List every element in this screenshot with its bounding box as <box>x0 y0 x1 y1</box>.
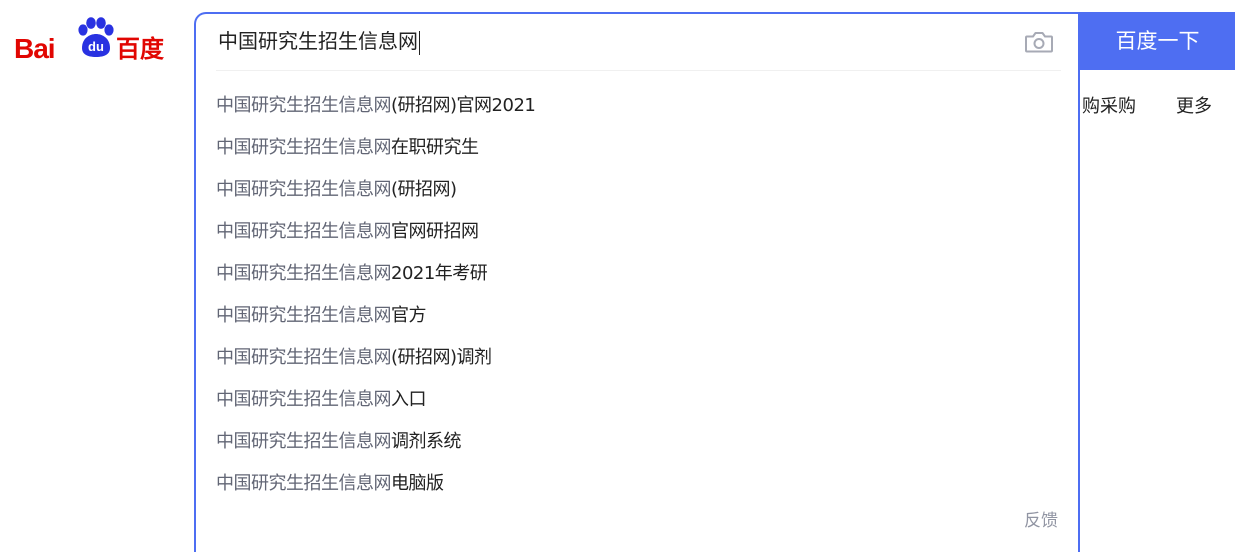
suggestion-item[interactable]: 中国研究生招生信息网(研招网)调剂 <box>216 337 1061 379</box>
suggestion-rest-text: 在职研究生 <box>391 137 479 158</box>
suggestion-match-text: 中国研究生招生信息网 <box>216 179 392 200</box>
suggestion-rest-text: 电脑版 <box>391 473 444 494</box>
suggestion-match-text: 中国研究生招生信息网 <box>216 137 392 158</box>
camera-icon <box>1025 32 1053 53</box>
search-input-value: 中国研究生招生信息网 <box>218 29 418 53</box>
search-submit-button[interactable]: 百度一下 <box>1080 12 1235 70</box>
nav-link-caigou[interactable]: 购采购 <box>1070 92 1136 118</box>
suggestion-match-text: 中国研究生招生信息网 <box>216 473 392 494</box>
suggestion-item[interactable]: 中国研究生招生信息网在职研究生 <box>216 127 1061 169</box>
suggestion-item[interactable]: 中国研究生招生信息网电脑版 <box>216 463 1061 505</box>
nav-link-more[interactable]: 更多 <box>1176 92 1212 118</box>
suggestion-match-text: 中国研究生招生信息网 <box>216 305 392 326</box>
camera-search-button[interactable] <box>1022 28 1056 56</box>
search-input[interactable]: 中国研究生招生信息网 <box>218 14 998 68</box>
suggestion-match-text: 中国研究生招生信息网 <box>216 347 392 368</box>
logo-paw-text: du <box>88 39 104 54</box>
suggestion-divider <box>216 70 1061 71</box>
suggestion-rest-text: 2021年考研 <box>391 263 488 284</box>
suggestion-item[interactable]: 中国研究生招生信息网官网研招网 <box>216 211 1061 253</box>
suggestion-rest-text: (研招网)调剂 <box>391 347 492 368</box>
suggestion-item[interactable]: 中国研究生招生信息网官方 <box>216 295 1061 337</box>
suggestion-rest-text: 官网研招网 <box>391 221 479 242</box>
feedback-link[interactable]: 反馈 <box>1024 506 1058 531</box>
baidu-logo[interactable]: Bai du 百度 <box>14 15 174 67</box>
search-box: 中国研究生招生信息网 中国研究生招生信息网(研招网)官网2021 中国研究生招生… <box>194 12 1080 552</box>
text-caret <box>419 30 420 55</box>
suggestion-match-text: 中国研究生招生信息网 <box>216 221 392 242</box>
suggestion-match-text: 中国研究生招生信息网 <box>216 389 392 410</box>
suggestion-match-text: 中国研究生招生信息网 <box>216 263 392 284</box>
suggestion-item[interactable]: 中国研究生招生信息网入口 <box>216 379 1061 421</box>
logo-latin-text: Bai <box>14 33 56 64</box>
suggestion-list: 中国研究生招生信息网(研招网)官网2021 中国研究生招生信息网在职研究生 中国… <box>216 85 1061 505</box>
suggestion-rest-text: (研招网) <box>391 179 457 200</box>
suggestion-rest-text: (研招网)官网2021 <box>391 95 536 116</box>
suggestion-item[interactable]: 中国研究生招生信息网2021年考研 <box>216 253 1061 295</box>
suggestion-match-text: 中国研究生招生信息网 <box>216 431 392 452</box>
suggestion-rest-text: 官方 <box>391 305 427 326</box>
suggestion-item[interactable]: 中国研究生招生信息网(研招网) <box>216 169 1061 211</box>
suggestion-rest-text: 入口 <box>391 389 427 410</box>
suggestion-rest-text: 调剂系统 <box>391 431 462 452</box>
logo-chinese-text: 百度 <box>116 35 164 63</box>
suggestion-match-text: 中国研究生招生信息网 <box>216 95 392 116</box>
suggestion-item[interactable]: 中国研究生招生信息网调剂系统 <box>216 421 1061 463</box>
suggestion-item[interactable]: 中国研究生招生信息网(研招网)官网2021 <box>216 85 1061 127</box>
